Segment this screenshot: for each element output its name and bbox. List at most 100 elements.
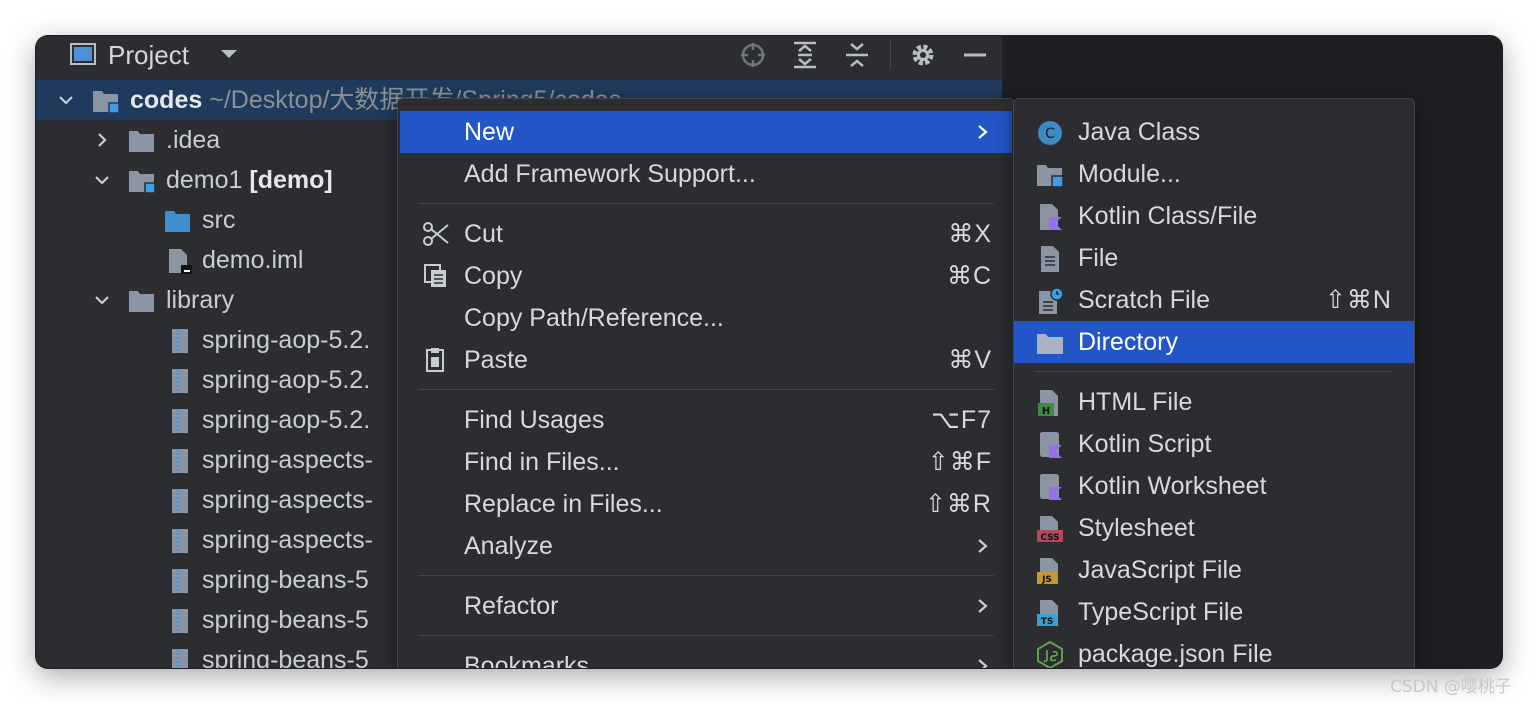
- new-submenu: C Java Class Module... Kotlin Class/File…: [1013, 98, 1415, 668]
- toolbar-separator: [890, 40, 891, 70]
- menu-item-replace-in-files[interactable]: Replace in Files... ⇧⌘R: [400, 483, 1012, 525]
- project-toolbar: Project: [36, 36, 1002, 74]
- tree-item-label: spring-aop-5.2.: [202, 406, 371, 434]
- menu-item-label: Analyze: [464, 532, 553, 560]
- minimize-icon[interactable]: [960, 40, 990, 70]
- module-folder-icon: [129, 171, 156, 194]
- submenu-item-label: Directory: [1078, 328, 1179, 356]
- menu-item-find-usages[interactable]: Find Usages ⌥F7: [400, 399, 1012, 441]
- menu-item-refactor[interactable]: Refactor: [400, 585, 1012, 627]
- menu-item-label: Add Framework Support...: [464, 160, 756, 188]
- gear-icon[interactable]: [908, 40, 938, 70]
- tree-item-label: spring-aspects-: [202, 486, 373, 514]
- collapse-all-icon[interactable]: [842, 40, 872, 70]
- menu-separator: [418, 575, 994, 576]
- submenu-item-javascript-file[interactable]: JS JavaScript File: [1014, 549, 1414, 591]
- stylesheet-badge: CSS: [1040, 533, 1059, 543]
- watermark: CSDN @嘤桃子: [1390, 677, 1512, 697]
- tree-item-label: .idea: [166, 126, 221, 154]
- submenu-item-label: Module...: [1078, 160, 1181, 188]
- submenu-item-kotlin-worksheet[interactable]: Kotlin Worksheet: [1014, 465, 1414, 507]
- kotlin-script-icon: [1040, 432, 1062, 458]
- tree-item-label: spring-beans-5: [202, 566, 369, 594]
- expand-all-icon[interactable]: [790, 40, 820, 70]
- menu-item-add-framework-support[interactable]: Add Framework Support...: [400, 153, 1012, 195]
- menu-item-label: New: [464, 118, 515, 146]
- submenu-item-package-json[interactable]: package.json File: [1014, 633, 1414, 668]
- submenu-item-label: package.json File: [1078, 640, 1273, 668]
- java-class-icon: C: [1038, 121, 1062, 145]
- javascript-file-icon: JS: [1037, 558, 1058, 585]
- scratch-file-icon: [1039, 287, 1064, 314]
- tree-item-label: spring-aspects-: [202, 446, 373, 474]
- submenu-separator: [1036, 371, 1392, 372]
- context-menu: New Add Framework Support... Cut ⌘X Copy…: [397, 98, 1015, 668]
- submenu-item-file[interactable]: File: [1014, 237, 1414, 279]
- submenu-item-label: File: [1078, 244, 1119, 272]
- menu-item-label: Cut: [464, 220, 503, 248]
- submenu-item-label: Java Class: [1078, 118, 1201, 146]
- chevron-right-icon: [978, 125, 988, 139]
- menu-item-shortcut: ⇧⌘R: [924, 490, 992, 518]
- html-file-icon: H: [1038, 390, 1058, 417]
- jar-file-icon: [172, 409, 188, 433]
- tree-item-label: demo.iml: [202, 246, 304, 274]
- menu-item-new[interactable]: New: [400, 111, 1012, 153]
- submenu-item-kotlin-class[interactable]: Kotlin Class/File: [1014, 195, 1414, 237]
- menu-item-label: Find in Files...: [464, 448, 620, 476]
- chevron-down-icon[interactable]: [94, 172, 110, 188]
- folder-icon: [129, 131, 154, 152]
- chevron-down-icon[interactable]: [220, 48, 238, 60]
- menu-item-shortcut: ⌘V: [948, 346, 992, 374]
- submenu-item-scratch-file[interactable]: Scratch File ⇧⌘N: [1014, 279, 1414, 321]
- typescript-file-badge: TS: [1041, 617, 1054, 627]
- menu-item-find-in-files[interactable]: Find in Files... ⇧⌘F: [400, 441, 1012, 483]
- locate-icon[interactable]: [738, 40, 768, 70]
- chevron-right-icon[interactable]: [94, 132, 110, 148]
- tree-item-label: spring-aop-5.2.: [202, 326, 371, 354]
- submenu-item-label: TypeScript File: [1078, 598, 1244, 626]
- java-class-badge: C: [1045, 126, 1055, 142]
- submenu-item-directory[interactable]: Directory: [1014, 321, 1414, 363]
- chevron-right-icon: [978, 539, 988, 553]
- menu-item-cut[interactable]: Cut ⌘X: [400, 213, 1012, 255]
- submenu-item-typescript-file[interactable]: TS TypeScript File: [1014, 591, 1414, 633]
- project-view-title[interactable]: Project: [108, 38, 189, 72]
- submenu-item-stylesheet[interactable]: CSS Stylesheet: [1014, 507, 1414, 549]
- jar-file-icon: [172, 609, 188, 633]
- menu-item-label: Paste: [464, 346, 528, 374]
- chevron-down-icon[interactable]: [58, 92, 74, 108]
- submenu-item-module[interactable]: Module...: [1014, 153, 1414, 195]
- chevron-down-icon[interactable]: [94, 292, 110, 308]
- clipboard-icon: [426, 348, 444, 372]
- menu-separator: [418, 635, 994, 636]
- chevron-right-icon: [978, 659, 988, 668]
- submenu-item-label: Scratch File: [1078, 286, 1210, 314]
- menu-item-copy-path[interactable]: Copy Path/Reference...: [400, 297, 1012, 339]
- menu-item-label: Replace in Files...: [464, 490, 663, 518]
- module-folder-icon: [93, 91, 120, 114]
- menu-separator: [418, 203, 994, 204]
- submenu-item-java-class[interactable]: C Java Class: [1014, 111, 1414, 153]
- kotlin-file-icon: [1040, 204, 1062, 230]
- submenu-item-kotlin-script[interactable]: Kotlin Script: [1014, 423, 1414, 465]
- menu-item-analyze[interactable]: Analyze: [400, 525, 1012, 567]
- source-folder-icon: [165, 211, 190, 232]
- menu-item-bookmarks[interactable]: Bookmarks: [400, 645, 1012, 668]
- tree-item-label: library: [166, 286, 235, 314]
- menu-item-copy[interactable]: Copy ⌘C: [400, 255, 1012, 297]
- html-file-badge: H: [1042, 406, 1050, 417]
- tree-item-label: spring-aop-5.2.: [202, 366, 371, 394]
- project-window-icon: [70, 43, 96, 65]
- submenu-item-label: Kotlin Script: [1078, 430, 1212, 458]
- menu-item-paste[interactable]: Paste ⌘V: [400, 339, 1012, 381]
- menu-separator: [418, 389, 994, 390]
- menu-item-shortcut: ⌘X: [948, 220, 992, 248]
- tree-item-label: spring-aspects-: [202, 526, 373, 554]
- tree-item-label: spring-beans-5: [202, 646, 369, 668]
- submenu-item-html-file[interactable]: H HTML File: [1014, 381, 1414, 423]
- menu-item-label: Bookmarks: [464, 652, 590, 668]
- jar-file-icon: [172, 529, 188, 553]
- folder-icon: [1037, 334, 1063, 354]
- tree-item-label: src: [202, 206, 236, 234]
